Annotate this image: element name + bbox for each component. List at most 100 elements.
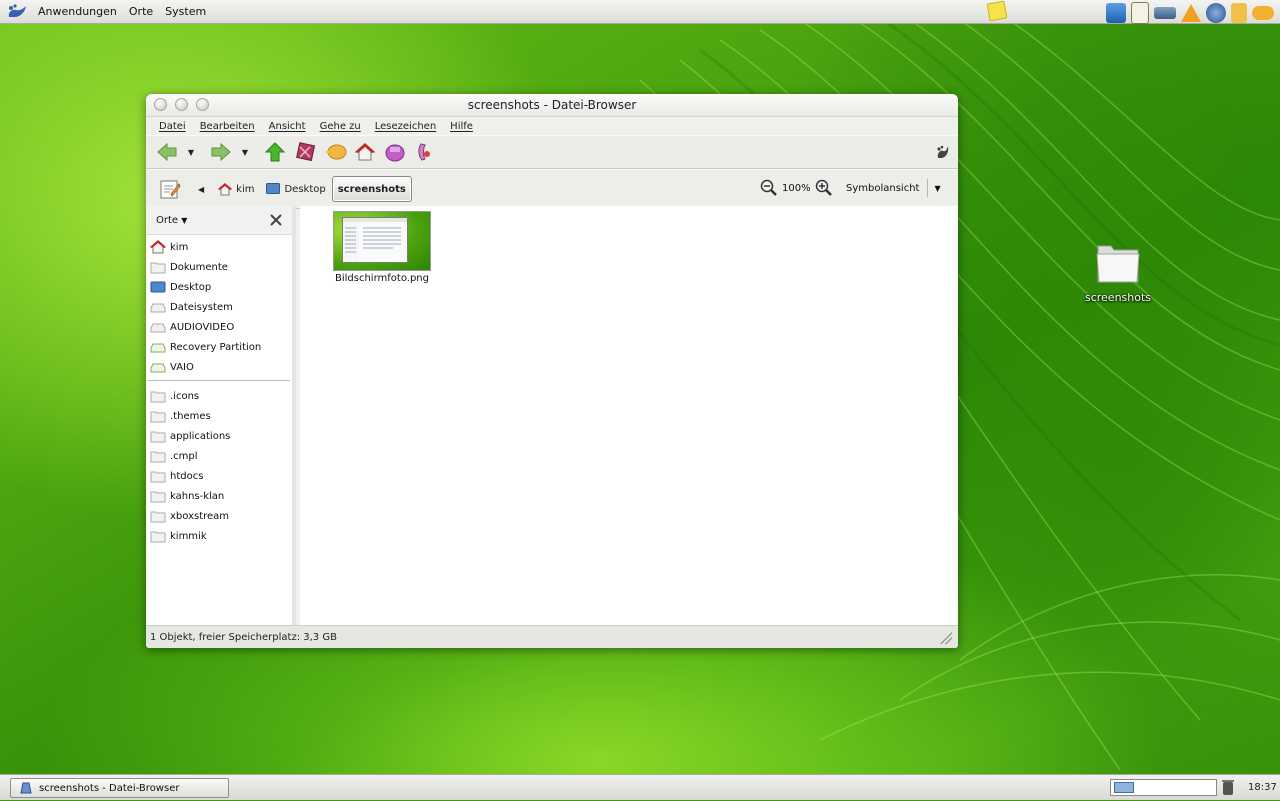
sidebar-item-dokumente[interactable]: Dokumente [146,257,292,277]
sidebar-item-kim[interactable]: kim [146,237,292,257]
menu-applications[interactable]: Anwendungen [32,0,123,24]
back-button[interactable] [154,139,180,165]
view-mode-label: Symbolansicht [846,182,920,194]
breadcrumb-desktop-label: Desktop [284,183,326,195]
breadcrumb-desktop[interactable]: Desktop [260,177,331,201]
reload-button[interactable] [322,139,348,165]
chevron-down-icon: ▼ [187,147,195,157]
menu-go[interactable]: Gehe zu [313,121,368,132]
sidebar-item-desktop[interactable]: Desktop [146,277,292,297]
sidebar-item-kahns-klan[interactable]: kahns-klan [146,486,292,506]
folder-icon [150,391,166,403]
menu-edit[interactable]: Bearbeiten [193,121,262,132]
sidebar-item-dateisystem[interactable]: Dateisystem [146,297,292,317]
breadcrumb-home[interactable]: kim [212,177,260,201]
sidebar-item-label: Dokumente [170,261,228,273]
sidebar: Orte ▼ kim Dokumente Desktop Dateisystem [146,206,296,625]
drive-icon [150,323,166,333]
workspace-switcher[interactable] [1110,779,1217,796]
home-icon [218,182,233,195]
sticky-note-icon[interactable] [986,0,1008,22]
sidebar-item-xboxstream[interactable]: xboxstream [146,506,292,526]
menu-bookmarks[interactable]: Lesezeichen [368,121,443,132]
location-bar: ◀ kim Desktop screenshots 100% Symbolans… [146,169,958,209]
desktop-icon-label: screenshots [1084,291,1152,304]
sidebar-header: Orte ▼ [146,206,292,235]
desktop-folder-screenshots[interactable]: screenshots [1080,240,1156,304]
activity-throbber-icon [937,145,949,158]
arrow-left-icon [157,142,177,162]
file-view[interactable]: Bildschirmfoto.png [300,206,958,625]
music-icon[interactable] [1206,3,1226,23]
sidebar-type-select[interactable]: Orte ▼ [156,215,187,226]
zoom-in-icon[interactable] [815,179,833,197]
zoom-out-icon[interactable] [760,179,778,197]
trash-icon[interactable] [1222,779,1234,796]
sidebar-item-cmpl[interactable]: .cmpl [146,446,292,466]
sidebar-type-label: Orte [156,214,179,226]
menu-bar: Datei Bearbeiten Ansicht Gehe zu Lesezei… [146,117,958,135]
status-bar: 1 Objekt, freier Speicherplatz: 3,3 GB [146,625,958,648]
edit-location-icon [160,180,181,199]
zoom-control: 100% [760,179,833,197]
warning-icon[interactable] [1181,4,1201,22]
drive-icon [150,343,166,353]
forward-button[interactable] [208,139,234,165]
network-icon[interactable] [1231,3,1247,23]
sidebar-item-vaio[interactable]: VAIO [146,357,292,377]
home-button[interactable] [352,139,378,165]
sidebar-item-label: kahns-klan [170,490,225,502]
sidebar-item-applications[interactable]: applications [146,426,292,446]
clipboard-icon[interactable] [1131,2,1149,24]
computer-button[interactable] [382,139,408,165]
sidebar-item-htdocs[interactable]: htdocs [146,466,292,486]
sidebar-item-label: Dateisystem [170,301,233,313]
sidebar-item-audiovideo[interactable]: AUDIOVIDEO [146,317,292,337]
gnome-foot-icon[interactable] [6,3,28,21]
sidebar-item-label: AUDIOVIDEO [170,321,235,333]
sidebar-item-label: kim [170,241,189,253]
title-bar[interactable]: screenshots - Datei-Browser [146,94,958,117]
sidebar-item-label: xboxstream [170,510,230,522]
arrow-up-icon [265,142,285,162]
sidebar-item-themes[interactable]: .themes [146,406,292,426]
menu-system[interactable]: System [159,0,212,24]
sidebar-item-kimmik[interactable]: kimmik [146,526,292,546]
up-button[interactable] [262,139,288,165]
system-tray [1106,2,1274,24]
stop-button[interactable] [292,139,318,165]
clock[interactable]: 18:37 [1248,775,1277,801]
toggle-location-button[interactable] [156,175,184,203]
file-item[interactable]: Bildschirmfoto.png [332,211,432,284]
top-panel: Anwendungen Orte System [0,0,1280,24]
menu-file[interactable]: Datei [152,121,193,132]
back-history-dropdown[interactable]: ▼ [184,139,198,165]
menu-view[interactable]: Ansicht [262,121,313,132]
breadcrumb-scroll-left-icon[interactable]: ◀ [198,185,204,194]
folder-icon [150,491,166,503]
folder-icon [150,431,166,443]
search-button[interactable] [412,139,438,165]
power-icon[interactable] [1252,6,1274,20]
sidebar-item-icons[interactable]: .icons [146,386,292,406]
menu-help[interactable]: Hilfe [443,121,480,132]
view-mode-divider [927,179,929,197]
updates-icon[interactable] [1106,3,1126,23]
truck-icon[interactable] [1154,7,1176,19]
taskbar-button-file-browser[interactable]: screenshots - Datei-Browser [10,778,229,798]
menu-places[interactable]: Orte [123,0,159,24]
zoom-level[interactable]: 100% [782,183,811,194]
toolbar: ▼ ▼ [146,135,958,169]
resize-grip-icon[interactable] [940,632,952,644]
view-mode-select[interactable]: Symbolansicht ▼ [846,179,941,197]
sidebar-item-label: Desktop [170,281,212,293]
workspace-1[interactable] [1114,782,1134,793]
sidebar-item-label: .themes [170,410,211,422]
sidebar-item-recovery-partition[interactable]: Recovery Partition [146,337,292,357]
close-icon[interactable] [270,214,282,226]
breadcrumb-current[interactable]: screenshots [331,176,412,202]
sidebar-item-label: kimmik [170,530,207,542]
forward-history-dropdown[interactable]: ▼ [238,139,252,165]
folder-icon [150,471,166,483]
sidebar-item-label: applications [170,430,231,442]
